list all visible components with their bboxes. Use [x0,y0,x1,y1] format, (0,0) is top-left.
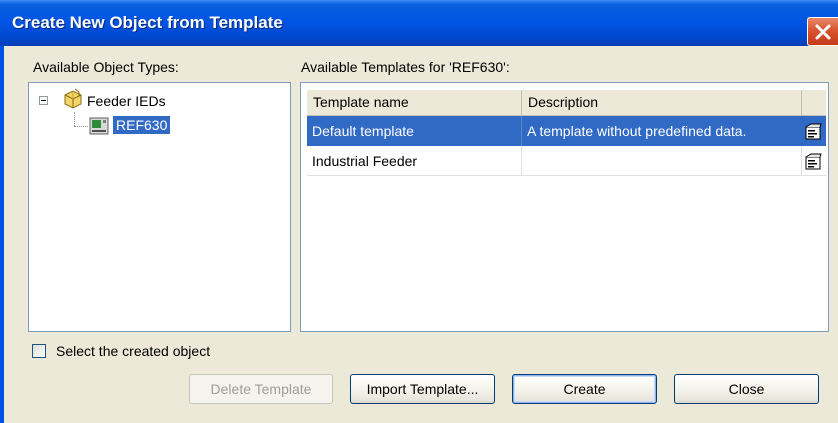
create-button[interactable]: Create [512,374,657,404]
templates-list[interactable]: Template name Description Default templa… [300,82,829,332]
column-header-description[interactable]: Description [522,90,802,115]
object-types-label: Available Object Types: [33,59,179,75]
column-header-template-name[interactable]: Template name [307,90,522,115]
collapse-toggle-icon[interactable] [39,96,48,105]
title-bar: Create New Object from Template [0,0,838,46]
template-name-cell: Industrial Feeder [307,146,522,176]
tree-item-ref630[interactable]: REF630 [113,116,171,134]
template-properties-button[interactable] [802,146,826,176]
tree-connector [74,126,88,127]
close-button[interactable]: Close [674,374,819,404]
template-name-cell: Default template [307,116,522,146]
select-created-checkbox[interactable] [32,344,46,358]
close-window-button[interactable] [807,17,838,46]
ied-device-icon [89,117,109,135]
tree-connector [74,112,75,126]
template-properties-icon [805,153,822,170]
table-row[interactable]: Industrial Feeder [307,146,826,176]
table-row[interactable]: Default template A template without pred… [307,116,826,146]
delete-template-button[interactable]: Delete Template [189,374,333,404]
templates-label: Available Templates for 'REF630': [301,59,510,75]
template-properties-button[interactable] [802,116,826,146]
import-template-button[interactable]: Import Template... [350,374,495,404]
template-description-cell: A template without predefined data. [527,123,747,139]
create-object-dialog: Create New Object from Template Availabl… [0,0,838,423]
template-properties-icon [805,123,822,140]
tree-item-feeder-ieds[interactable]: Feeder IEDs [87,93,166,109]
folder-package-icon [64,88,82,109]
object-types-tree[interactable]: Feeder IEDs REF630 [28,82,291,332]
list-header: Template name Description [307,90,826,116]
template-description-cell [522,146,802,176]
close-icon [815,24,831,40]
select-created-label: Select the created object [56,343,211,359]
window-title: Create New Object from Template [12,13,283,32]
dialog-body: Available Object Types: Available Templa… [0,46,838,423]
column-header-extra[interactable] [802,90,826,115]
